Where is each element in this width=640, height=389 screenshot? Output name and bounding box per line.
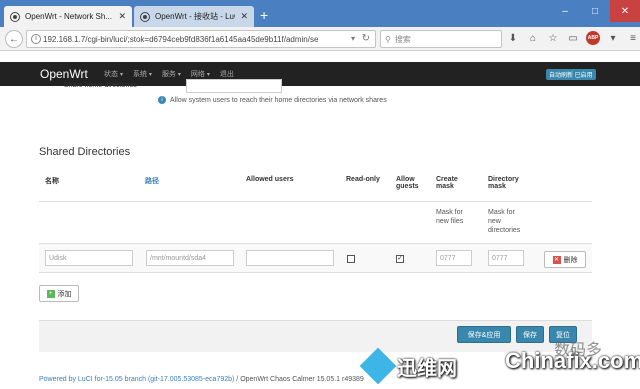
menu-item-system[interactable]: 系统 ▾ xyxy=(133,69,152,79)
section-title: Shared Directories xyxy=(39,146,131,158)
search-input[interactable]: ⚲ 搜索 xyxy=(380,30,502,48)
create-mask-description: Mask for new files xyxy=(436,209,464,225)
footer: Powered by LuCI for-15.05 branch (git-17… xyxy=(39,376,364,383)
tab-title: OpenWrt - Network Sh... xyxy=(25,12,112,21)
add-button[interactable]: + 添加 xyxy=(39,285,79,302)
address-bar[interactable]: i 192.168.1.7/cgi-bin/luci/;stok=d6794ce… xyxy=(26,30,376,48)
browser-tab-active[interactable]: OpenWrt - Network Sh... ✕ xyxy=(4,6,132,27)
luci-link[interactable]: Powered by LuCI for-15.05 branch (git-17… xyxy=(39,376,234,383)
save-apply-button[interactable]: 保存&应用 xyxy=(457,326,511,343)
search-placeholder: 搜索 xyxy=(394,34,411,44)
col-header-read-only: Read-only xyxy=(346,176,380,183)
star-icon[interactable]: ☆ xyxy=(546,31,560,45)
path-input[interactable]: /mnt/mountd/sda4 xyxy=(146,250,234,266)
save-button[interactable]: 保存 xyxy=(516,326,544,343)
directory-mask-input[interactable]: 0777 xyxy=(488,250,524,266)
url-text: 192.168.1.7/cgi-bin/luci/;stok=d6794ceb9… xyxy=(43,34,319,44)
menu-item-network[interactable]: 网络 ▾ xyxy=(191,69,210,79)
shumaduo-watermark: 数码多 xyxy=(554,342,603,359)
name-input[interactable]: Udisk xyxy=(45,250,133,266)
caret-down-icon: ▾ xyxy=(177,72,181,78)
info-icon[interactable]: i xyxy=(31,34,41,44)
download-icon[interactable]: ⬇ xyxy=(506,31,520,45)
clipboard-icon[interactable]: ▭ xyxy=(566,31,580,45)
caret-down-icon: ▾ xyxy=(119,72,123,78)
delete-x-icon: ✕ xyxy=(552,255,561,264)
menu-item-services[interactable]: 服务 ▾ xyxy=(162,69,181,79)
info-icon: i xyxy=(158,96,166,104)
directory-mask-description: Mask for new directories xyxy=(488,209,521,234)
tab-title: OpenWrt - 接收站 - LuCI xyxy=(155,12,236,21)
openwrt-favicon-icon xyxy=(10,11,20,22)
auto-refresh-badge[interactable]: 自动刷新 已启用 xyxy=(546,69,596,80)
col-header-allow-guests: Allow guests xyxy=(396,176,419,190)
minimize-button[interactable]: – xyxy=(550,0,580,22)
dropdown-arrow-icon[interactable]: ▾ xyxy=(351,34,355,43)
browser-tab-inactive[interactable]: OpenWrt - 接收站 - LuCI ✕ xyxy=(134,6,254,27)
tab-close-icon[interactable]: ✕ xyxy=(240,11,248,22)
col-header-allowed-users: Allowed users xyxy=(246,176,294,183)
home-icon[interactable]: ⌂ xyxy=(526,31,540,45)
main-menu: 状态 ▾ 系统 ▾ 服务 ▾ 网络 ▾ 退出 xyxy=(104,69,234,79)
xunwei-logo-icon xyxy=(359,347,397,385)
read-only-checkbox[interactable] xyxy=(347,255,355,263)
back-arrow-icon[interactable]: ← xyxy=(5,30,23,48)
search-icon: ⚲ xyxy=(385,34,391,44)
menu-item-status[interactable]: 状态 ▾ xyxy=(104,69,123,79)
header-divider xyxy=(39,201,592,202)
adblock-icon[interactable]: ABP xyxy=(586,31,600,45)
menu-item-logout[interactable]: 退出 xyxy=(220,69,234,79)
reload-icon[interactable]: ↻ xyxy=(362,33,370,44)
col-header-name: 名称 xyxy=(45,178,59,185)
maximize-button[interactable]: □ xyxy=(580,0,610,22)
footer-version: / OpenWrt Chaos Calmer 15.05.1 r49389 xyxy=(234,376,364,383)
openwrt-favicon-icon xyxy=(140,11,150,22)
col-header-create-mask: Create mask xyxy=(436,176,458,190)
browser-tab-bar: OpenWrt - Network Sh... ✕ OpenWrt - 接收站 … xyxy=(0,0,640,27)
brand-logo[interactable]: OpenWrt xyxy=(40,67,88,81)
col-header-path[interactable]: 路径 xyxy=(145,176,159,186)
tab-close-icon[interactable]: ✕ xyxy=(118,11,126,22)
delete-button[interactable]: ✕ 删除 xyxy=(544,251,586,268)
browser-nav-bar: ← i 192.168.1.7/cgi-bin/luci/;stok=d6794… xyxy=(0,27,640,51)
home-directories-select[interactable] xyxy=(186,79,282,93)
allow-guests-checkbox[interactable]: ✓ xyxy=(396,255,404,263)
home-directories-label: Share home-directories xyxy=(64,82,137,89)
new-tab-button[interactable]: + xyxy=(260,8,268,22)
col-header-directory-mask: Directory mask xyxy=(488,176,519,190)
close-window-button[interactable]: ✕ xyxy=(610,0,640,22)
create-mask-input[interactable]: 0777 xyxy=(436,250,472,266)
allowed-users-input[interactable] xyxy=(246,250,334,266)
chevron-down-icon[interactable]: ▾ xyxy=(606,31,620,45)
add-plus-icon: + xyxy=(46,289,55,298)
hamburger-menu-icon[interactable]: ≡ xyxy=(626,31,640,45)
caret-down-icon: ▾ xyxy=(148,72,152,78)
xunwei-watermark: 迅维网 xyxy=(359,346,505,386)
caret-down-icon: ▾ xyxy=(206,72,210,78)
home-directories-hint: i Allow system users to reach their home… xyxy=(158,96,387,104)
